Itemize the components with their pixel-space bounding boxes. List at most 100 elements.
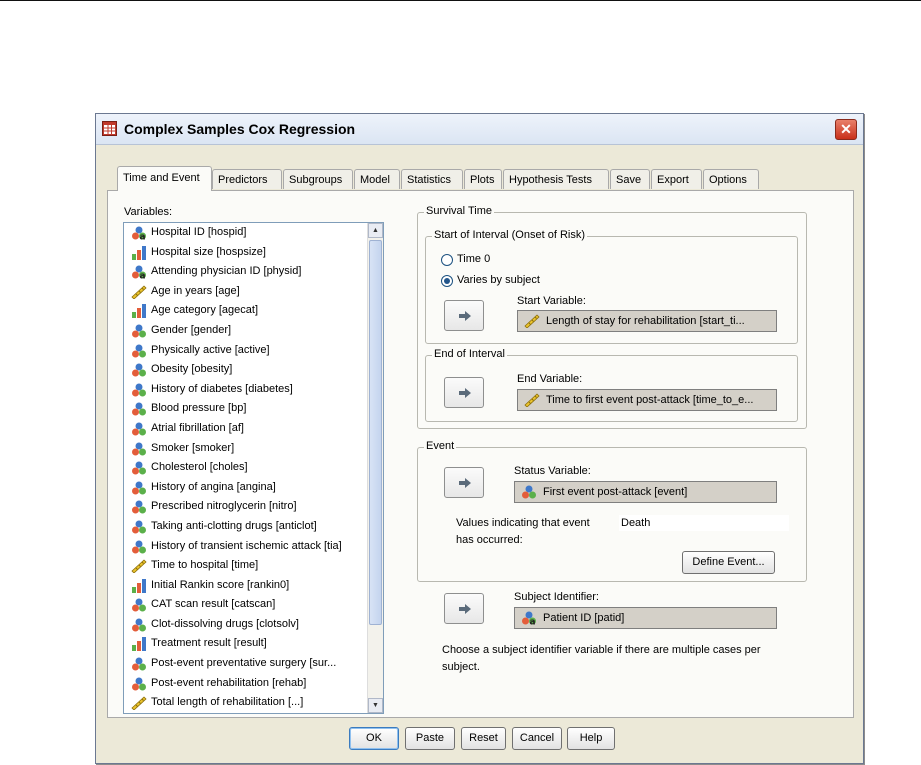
nominal-icon [132, 500, 146, 514]
scale-icon [131, 559, 147, 574]
survival-time-group-label: Survival Time [424, 205, 495, 217]
varies-by-subject-label: Varies by subject [457, 274, 540, 286]
list-item[interactable]: a Attending physician ID [physid] [124, 262, 383, 282]
list-item[interactable]: History of diabetes [diabetes] [124, 380, 383, 400]
list-item-label: Attending physician ID [physid] [151, 265, 302, 278]
list-item[interactable]: Obesity [obesity] [124, 360, 383, 380]
list-item[interactable]: Post-event rehabilitation [rehab] [124, 674, 383, 694]
event-group-label: Event [424, 440, 457, 452]
variables-list[interactable]: a Hospital ID [hospid] Hospital size [hosp… [123, 222, 384, 714]
move-start-variable-button[interactable] [444, 300, 484, 331]
tab-label: Predictors [218, 174, 268, 186]
move-end-variable-button[interactable] [444, 377, 484, 408]
varies-by-subject-radio[interactable] [441, 275, 453, 287]
list-item[interactable]: Prescribed nitroglycerin [nitro] [124, 497, 383, 517]
close-icon: ✕ [840, 121, 852, 137]
list-item-label: History of transient ischemic attack [ti… [151, 539, 342, 552]
tab-label: Save [616, 174, 642, 186]
scale-icon [524, 393, 540, 407]
list-item[interactable]: Initial Rankin score [rankin0] [124, 576, 383, 596]
list-item[interactable]: Time to hospital [time] [124, 556, 383, 576]
list-item[interactable]: a Hospital ID [hospid] [124, 223, 383, 243]
list-item[interactable]: History of transient ischemic attack [ti… [124, 537, 383, 557]
list-item[interactable]: History of angina [angina] [124, 478, 383, 498]
list-item[interactable]: CAT scan result [catscan] [124, 595, 383, 615]
list-item[interactable]: Atrial fibrillation [af] [124, 419, 383, 439]
variables-scrollbar[interactable]: ▲ ▼ [367, 223, 383, 713]
tab-label: Statistics [407, 174, 452, 186]
move-status-variable-button[interactable] [444, 467, 484, 498]
subject-note-line-2: subject. [442, 661, 480, 673]
scroll-thumb[interactable] [369, 240, 382, 625]
tab-hypothesis-tests[interactable]: Hypothesis Tests [503, 169, 609, 189]
tab-time-and-event[interactable]: Time and Event [117, 166, 212, 191]
tab-predictors[interactable]: Predictors [212, 169, 282, 189]
subject-identifier-label: Subject Identifier: [514, 591, 599, 603]
right-arrow-icon [459, 311, 471, 321]
end-variable-field[interactable]: Time to first event post-attack [time_to… [517, 389, 777, 411]
list-item[interactable]: Smoker [smoker] [124, 439, 383, 459]
list-item[interactable]: Cholesterol [choles] [124, 458, 383, 478]
list-item-label: Atrial fibrillation [af] [151, 421, 244, 434]
list-item[interactable]: Hospital size [hospsize] [124, 243, 383, 263]
scroll-down-arrow-icon[interactable]: ▼ [368, 698, 383, 713]
paste-button[interactable]: Paste [405, 727, 455, 750]
move-subject-identifier-button[interactable] [444, 593, 484, 624]
svg-text:a: a [140, 233, 146, 241]
help-button[interactable]: Help [567, 727, 615, 750]
data-grid-app-icon [102, 121, 117, 136]
status-variable-field[interactable]: First event post-attack [event] [514, 481, 777, 503]
tab-plots[interactable]: Plots [464, 169, 502, 189]
tab-options[interactable]: Options [703, 169, 759, 189]
scroll-up-arrow-icon[interactable]: ▲ [368, 223, 383, 238]
list-item[interactable]: Treatment result [result] [124, 634, 383, 654]
time-0-radio[interactable] [441, 254, 453, 266]
start-variable-field[interactable]: Length of stay for rehabilitation [start… [517, 310, 777, 332]
nominal-string-icon: a [132, 265, 146, 279]
list-item[interactable]: Blood pressure [bp] [124, 399, 383, 419]
tab-subgroups[interactable]: Subgroups [283, 169, 353, 189]
list-item[interactable]: Gender [gender] [124, 321, 383, 341]
tab-label: Plots [470, 174, 495, 186]
define-event-button[interactable]: Define Event... [682, 551, 775, 574]
tab-statistics[interactable]: Statistics [401, 169, 463, 189]
list-item[interactable]: Total length of rehabilitation [...] [124, 693, 383, 713]
tab-label: Hypothesis Tests [509, 174, 592, 186]
list-item-label: Age in years [age] [151, 284, 240, 297]
nominal-string-icon: a [132, 226, 146, 241]
cancel-button[interactable]: Cancel [512, 727, 562, 750]
list-item[interactable]: Post-event preventative surgery [sur... [124, 654, 383, 674]
nominal-icon [132, 520, 146, 534]
list-item-label: Post-event preventative surgery [sur... [151, 657, 337, 670]
tab-export[interactable]: Export [651, 169, 702, 189]
ordinal-icon [132, 245, 146, 260]
tab-model[interactable]: Model [354, 169, 400, 189]
reset-button[interactable]: Reset [461, 727, 506, 750]
close-button[interactable]: ✕ [835, 119, 857, 140]
list-item-label: Time to hospital [time] [151, 559, 259, 572]
tab-save[interactable]: Save [610, 169, 650, 189]
scale-icon [524, 314, 540, 328]
ordinal-icon [132, 304, 146, 319]
list-item-label: Hospital ID [hospid] [151, 226, 247, 238]
list-item-label: Treatment result [result] [151, 637, 267, 650]
nominal-icon [132, 422, 146, 436]
end-of-interval-label: End of Interval [432, 348, 507, 360]
nominal-icon [132, 677, 146, 691]
list-item[interactable]: Age category [agecat] [124, 301, 383, 321]
list-item[interactable]: Taking anti-clotting drugs [anticlot] [124, 517, 383, 537]
list-item[interactable]: Clot-dissolving drugs [clotsolv] [124, 615, 383, 635]
nominal-icon [132, 324, 146, 338]
nominal-icon [132, 402, 146, 416]
list-item-label: Physically active [active] [151, 343, 270, 356]
nominal-icon [132, 344, 146, 358]
nominal-icon [132, 618, 146, 632]
subject-identifier-field[interactable]: a Patient ID [patid] [514, 607, 777, 629]
list-item-label: Age category [agecat] [151, 304, 259, 317]
ok-button[interactable]: OK [349, 727, 399, 750]
title-bar[interactable]: Complex Samples Cox Regression ✕ [96, 114, 863, 145]
list-item[interactable]: Physically active [active] [124, 341, 383, 361]
event-values-field[interactable]: Death [619, 515, 789, 531]
nominal-icon [132, 540, 146, 553]
list-item[interactable]: Age in years [age] [124, 282, 383, 302]
